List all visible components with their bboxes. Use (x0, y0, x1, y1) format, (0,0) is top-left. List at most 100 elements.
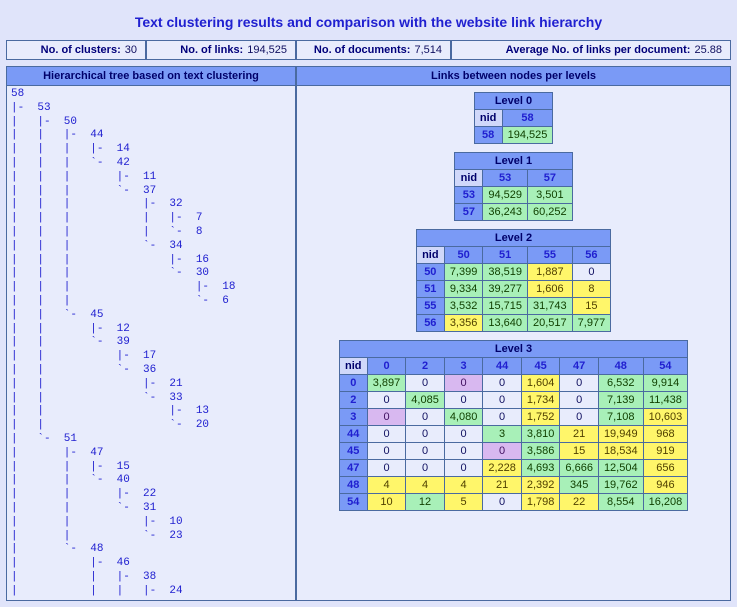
table-row: 553,53215,71531,74315 (416, 298, 610, 315)
col-header: 55 (528, 247, 573, 264)
data-cell: 15 (560, 443, 599, 460)
row-header: 44 (339, 426, 367, 443)
data-cell: 8 (572, 281, 611, 298)
stat-docs-value: 7,514 (414, 44, 442, 56)
data-cell: 345 (560, 477, 599, 494)
data-cell: 0 (444, 392, 483, 409)
data-cell: 1,798 (521, 494, 560, 511)
col-header: 44 (483, 358, 522, 375)
data-cell: 2,228 (483, 460, 522, 477)
data-cell: 0 (406, 409, 445, 426)
stat-avg-label: Average No. of links per document: (506, 44, 691, 56)
col-header: 50 (444, 247, 483, 264)
stat-clusters-label: No. of clusters: (41, 44, 121, 56)
main-row: Hierarchical tree based on text clusteri… (6, 66, 731, 601)
data-cell: 0 (483, 392, 522, 409)
data-cell: 3,532 (444, 298, 483, 315)
data-cell: 3,810 (521, 426, 560, 443)
data-cell: 7,977 (572, 315, 611, 332)
data-cell: 0 (367, 392, 406, 409)
data-cell: 0 (483, 409, 522, 426)
col-header: 58 (502, 110, 553, 127)
table-row: 507,39938,5191,8870 (416, 264, 610, 281)
data-cell: 919 (643, 443, 688, 460)
stat-docs: No. of documents: 7,514 (296, 40, 451, 60)
data-cell: 0 (483, 494, 522, 511)
stat-clusters-value: 30 (125, 44, 137, 56)
page-title: Text clustering results and comparison w… (6, 6, 731, 40)
table-row: 204,085001,73407,13911,438 (339, 392, 688, 409)
data-cell: 19,762 (598, 477, 643, 494)
table-row: 48444212,39234519,762946 (339, 477, 688, 494)
data-cell: 12 (406, 494, 445, 511)
col-header: 51 (483, 247, 528, 264)
data-cell: 10,603 (643, 409, 688, 426)
data-cell: 21 (483, 477, 522, 494)
stat-links-value: 194,525 (247, 44, 287, 56)
table-row: 4400033,8102119,949968 (339, 426, 688, 443)
stat-avg: Average No. of links per document: 25.88 (451, 40, 731, 60)
data-cell: 0 (406, 426, 445, 443)
data-cell: 1,887 (528, 264, 573, 281)
col-header: 54 (643, 358, 688, 375)
data-cell: 2,392 (521, 477, 560, 494)
row-header: 48 (339, 477, 367, 494)
left-panel: Hierarchical tree based on text clusteri… (6, 66, 296, 601)
level-table-1: Level 1nid53575394,5293,5015736,24360,25… (454, 152, 572, 221)
data-cell: 6,532 (598, 375, 643, 392)
data-cell: 21 (560, 426, 599, 443)
stat-avg-value: 25.88 (694, 44, 722, 56)
data-cell: 4 (406, 477, 445, 494)
data-cell: 9,334 (444, 281, 483, 298)
data-cell: 4 (367, 477, 406, 494)
data-cell: 0 (367, 460, 406, 477)
data-cell: 9,914 (643, 375, 688, 392)
data-cell: 5 (444, 494, 483, 511)
table-row: 541012501,798228,55416,208 (339, 494, 688, 511)
data-cell: 13,640 (483, 315, 528, 332)
data-cell: 31,743 (528, 298, 573, 315)
level-caption: Level 0 (474, 92, 554, 109)
nid-header: nid (416, 247, 444, 264)
row-header: 51 (416, 281, 444, 298)
data-cell: 0 (483, 443, 522, 460)
nid-header: nid (455, 170, 483, 187)
row-header: 53 (455, 187, 483, 204)
data-cell: 0 (367, 409, 406, 426)
data-cell: 0 (483, 375, 522, 392)
col-header: 47 (560, 358, 599, 375)
data-cell: 19,949 (598, 426, 643, 443)
level-caption: Level 1 (454, 152, 572, 169)
data-cell: 11,438 (643, 392, 688, 409)
data-cell: 36,243 (483, 204, 528, 221)
table-row: 519,33439,2771,6068 (416, 281, 610, 298)
stats-row: No. of clusters: 30 No. of links: 194,52… (6, 40, 731, 60)
data-cell: 94,529 (483, 187, 528, 204)
data-cell: 10 (367, 494, 406, 511)
row-header: 3 (339, 409, 367, 426)
row-header: 58 (474, 127, 502, 144)
data-cell: 0 (560, 392, 599, 409)
data-cell: 3,356 (444, 315, 483, 332)
col-header: 57 (528, 170, 573, 187)
row-header: 2 (339, 392, 367, 409)
left-panel-header: Hierarchical tree based on text clusteri… (7, 67, 295, 86)
stat-links: No. of links: 194,525 (146, 40, 296, 60)
col-header: 3 (444, 358, 483, 375)
data-cell: 39,277 (483, 281, 528, 298)
data-cell: 0 (444, 460, 483, 477)
data-cell: 656 (643, 460, 688, 477)
data-cell: 0 (406, 460, 445, 477)
row-header: 57 (455, 204, 483, 221)
table-row: 563,35613,64020,5177,977 (416, 315, 610, 332)
data-cell: 15,715 (483, 298, 528, 315)
level-caption: Level 3 (339, 340, 689, 357)
data-cell: 1,606 (528, 281, 573, 298)
data-cell: 0 (367, 426, 406, 443)
data-cell: 15 (572, 298, 611, 315)
stat-links-label: No. of links: (180, 44, 243, 56)
level-table-2: Level 2nid50515556507,39938,5191,8870519… (416, 229, 611, 332)
data-cell: 0 (572, 264, 611, 281)
data-cell: 0 (444, 443, 483, 460)
stat-docs-label: No. of documents: (314, 44, 411, 56)
